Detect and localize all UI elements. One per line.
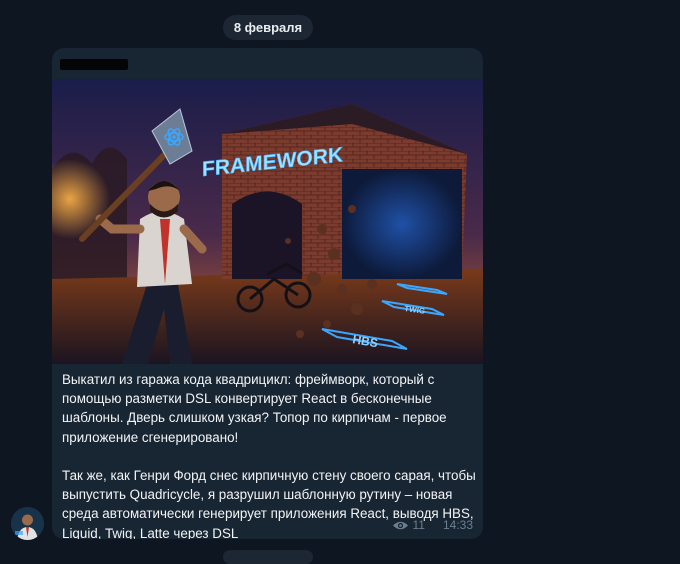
avatar[interactable] [11,507,44,540]
next-date-separator [223,550,313,564]
view-count: 11 [412,518,425,532]
message-bubble[interactable]: FRAMEWORK HBS TWIG Выкатил из гаража код… [52,48,483,539]
message-text: Выкатил из гаража кода квадрицикл: фрейм… [62,372,476,539]
sender-name-redacted [60,59,128,70]
message-meta: 11 14:33 [392,517,473,533]
eye-icon [392,520,409,531]
message-time: 14:33 [442,518,473,532]
date-label: 8 февраля [233,20,303,35]
date-separator: 8 февраля [223,15,313,40]
message-image[interactable]: FRAMEWORK HBS TWIG [52,79,483,364]
